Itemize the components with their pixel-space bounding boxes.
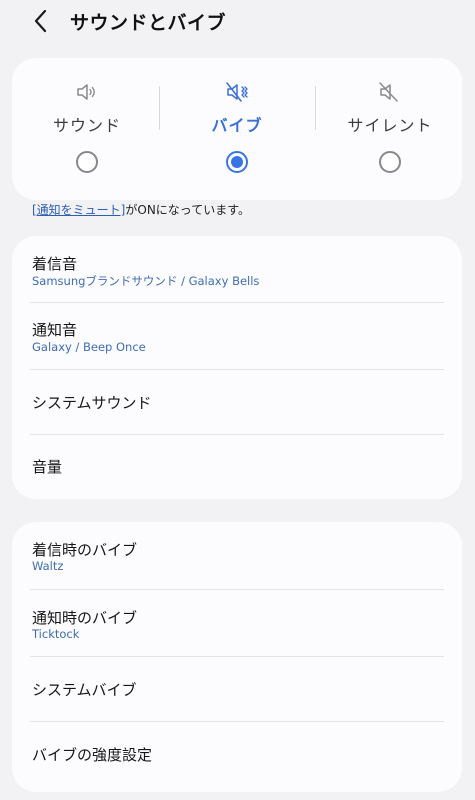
list-item-subtitle: Ticktock [32, 627, 80, 641]
list-item-notification-vibration[interactable]: 通知時のバイブ Ticktock [30, 590, 444, 657]
mute-icon [379, 82, 398, 102]
sound-mode-card: サウンド バイブ サイレント [12, 58, 462, 200]
mute-notice-text: がONになっています。 [125, 203, 250, 217]
list-item-title: 着信時のバイブ [32, 541, 138, 559]
mode-silent[interactable]: サイレント [315, 58, 465, 200]
list-item-title: 通知音 [32, 321, 78, 339]
back-button[interactable] [26, 6, 56, 36]
vibration-settings-card: 着信時のバイブ Waltz 通知時のバイブ Ticktock システムバイブ バ… [12, 522, 462, 792]
list-item-volume[interactable]: 音量 [30, 435, 444, 499]
list-item-system-sound[interactable]: システムサウンド [30, 370, 444, 435]
list-item-title: バイブの強度設定 [32, 746, 153, 764]
top-app-bar: サウンドとバイブ [0, 0, 475, 44]
list-item-system-vibration[interactable]: システムバイブ [30, 657, 444, 722]
mode-vibrate-label: バイブ [211, 116, 263, 135]
list-item-notification-sound[interactable]: 通知音 Galaxy / Beep Once [30, 303, 444, 370]
vibrate-icon [226, 82, 248, 102]
divider [159, 86, 160, 130]
mute-notification-link[interactable]: [通知をミュート] [32, 203, 125, 217]
list-item-ringtone[interactable]: 着信音 Samsungブランドサウンド / Galaxy Bells [30, 236, 444, 303]
list-item-title: システムバイブ [32, 681, 137, 699]
mode-sound-radio[interactable] [76, 151, 98, 173]
list-item-subtitle: Waltz [32, 559, 64, 573]
mode-silent-label: サイレント [347, 116, 433, 135]
list-item-title: 着信音 [32, 255, 78, 273]
list-item-title: 通知時のバイブ [32, 609, 138, 627]
list-item-subtitle: Samsungブランドサウンド / Galaxy Bells [32, 274, 260, 288]
mode-silent-radio[interactable] [379, 151, 401, 173]
mode-vibrate[interactable]: バイブ [162, 58, 312, 200]
mode-sound[interactable]: サウンド [12, 58, 162, 200]
sound-settings-card: 着信音 Samsungブランドサウンド / Galaxy Bells 通知音 G… [12, 236, 462, 499]
list-item-subtitle: Galaxy / Beep Once [32, 340, 146, 354]
mode-vibrate-radio[interactable] [226, 151, 248, 173]
chevron-left-icon [34, 9, 47, 33]
page-title: サウンドとバイブ [70, 12, 227, 34]
speaker-icon [77, 84, 95, 100]
mode-sound-label: サウンド [52, 116, 121, 135]
mute-notice: [通知をミュート]がONになっています。 [32, 201, 250, 218]
list-item-vibration-intensity[interactable]: バイブの強度設定 [30, 722, 444, 792]
list-item-call-vibration[interactable]: 着信時のバイブ Waltz [30, 522, 444, 590]
list-item-title: 音量 [32, 458, 63, 476]
list-item-title: システムサウンド [32, 394, 152, 412]
